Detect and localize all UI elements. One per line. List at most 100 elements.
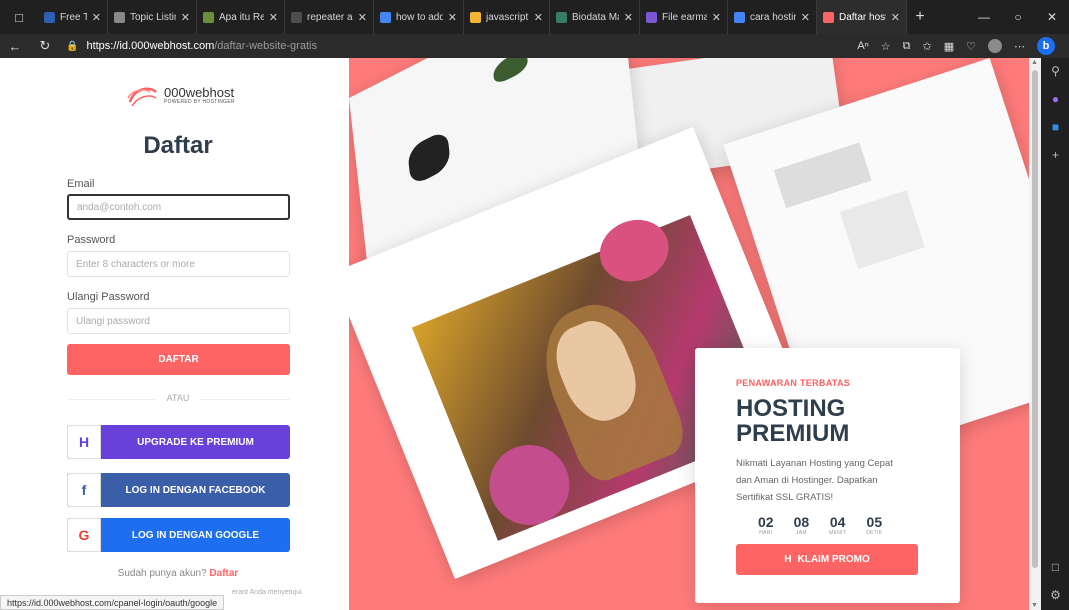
- tab-close-icon[interactable]: ✕: [891, 11, 900, 24]
- tab-favicon-icon: [114, 11, 125, 23]
- password-label: Password: [67, 234, 116, 246]
- tab-close-icon[interactable]: ✕: [624, 11, 633, 24]
- tab-favicon-icon: [823, 11, 834, 23]
- page-scrollbar[interactable]: ▲ ▼: [1029, 58, 1041, 610]
- read-aloud-icon[interactable]: Aⁿ: [857, 40, 868, 52]
- countdown-seconds: 05 DETIK: [866, 515, 883, 537]
- sidebar-toggle-icon[interactable]: □: [1052, 560, 1059, 574]
- performance-icon[interactable]: ♡: [966, 40, 976, 53]
- repeat-password-field[interactable]: Ulangi password: [67, 308, 290, 334]
- browser-tab[interactable]: Topic Listing ✕: [108, 0, 197, 34]
- plant-image: [492, 58, 529, 87]
- facebook-login-button[interactable]: f LOG IN DENGAN FACEBOOK: [67, 473, 290, 507]
- tab-close-icon[interactable]: ✕: [92, 11, 101, 24]
- bing-chat-icon[interactable]: b: [1037, 37, 1055, 55]
- tab-favicon-icon: [291, 11, 302, 23]
- scroll-down-icon[interactable]: ▼: [1031, 602, 1038, 609]
- scroll-up-icon[interactable]: ▲: [1031, 59, 1038, 66]
- or-label: ATAU: [157, 393, 199, 403]
- tab-close-icon[interactable]: ✕: [801, 11, 810, 24]
- back-icon[interactable]: ←: [0, 34, 30, 58]
- countdown-days-unit: HARI: [759, 530, 773, 536]
- promo-title-line2: PREMIUM: [736, 420, 850, 447]
- tab-title: how to add: [396, 11, 443, 23]
- claim-promo-button[interactable]: H KLAIM PROMO: [736, 544, 918, 575]
- tab-actions-icon[interactable]: □: [0, 0, 38, 34]
- tab-title: Apa itu Rep: [219, 11, 264, 23]
- tab-title: Free Templa: [60, 11, 87, 23]
- collections-icon[interactable]: ▦: [944, 40, 954, 53]
- edge-sidebar: ⚲ ● ■ + □ ⚙: [1042, 58, 1069, 610]
- browser-tab[interactable]: Apa itu Rep ✕: [197, 0, 285, 34]
- google-login-button[interactable]: G LOG IN DENGAN GOOGLE: [67, 518, 290, 552]
- countdown-seconds-unit: DETIK: [866, 530, 883, 536]
- shopping-icon[interactable]: ●: [1052, 92, 1059, 106]
- terms-text: erant Anda menyetujui: [232, 589, 302, 596]
- countdown-days: 02 HARI: [758, 515, 774, 537]
- scrollbar-thumb[interactable]: [1032, 70, 1038, 568]
- submit-button[interactable]: DAFTAR: [67, 344, 290, 375]
- promo-title: HOSTING PREMIUM: [736, 396, 960, 446]
- browser-tab[interactable]: repeater ad ✕: [285, 0, 374, 34]
- status-url: https://id.000webhost.com/cpanel-login/o…: [0, 595, 225, 610]
- login-link[interactable]: Daftar: [209, 568, 238, 579]
- browser-tab[interactable]: Free Templa ✕: [38, 0, 108, 34]
- page-title: Daftar: [143, 132, 213, 159]
- restore-icon[interactable]: ○: [1001, 0, 1035, 34]
- logo[interactable]: 000webhost POWERED BY HOSTINGER: [126, 84, 235, 108]
- facebook-icon: f: [67, 473, 101, 507]
- tab-strip: Free Templa✕Topic Listing✕Apa itu Rep✕re…: [38, 0, 907, 34]
- profile-avatar[interactable]: [988, 39, 1002, 53]
- browser-tab[interactable]: how to add ✕: [374, 0, 464, 34]
- browser-tab[interactable]: File earmar ✕: [640, 0, 728, 34]
- url-field[interactable]: 🔒 https://id.000webhost.com /daftar-webs…: [66, 35, 746, 57]
- countdown-hours: 08 JAM: [793, 514, 810, 537]
- search-icon[interactable]: ⚲: [1051, 64, 1060, 78]
- google-login-label: LOG IN DENGAN GOOGLE: [131, 529, 260, 541]
- tab-close-icon[interactable]: ✕: [269, 11, 278, 24]
- facebook-login-label: LOG IN DENGAN FACEBOOK: [125, 484, 266, 496]
- outlook-icon[interactable]: ■: [1052, 120, 1059, 134]
- google-icon: G: [67, 518, 101, 552]
- close-window-icon[interactable]: ✕: [1035, 0, 1069, 34]
- upgrade-premium-label: UPGRADE KE PREMIUM: [137, 436, 254, 448]
- tab-close-icon[interactable]: ✕: [534, 11, 543, 24]
- countdown-minutes-unit: MENIT: [829, 530, 847, 536]
- have-account-text: Sudah punya akun? Daftar: [0, 568, 356, 579]
- tab-title: javascript -: [486, 11, 529, 23]
- email-label: Email: [67, 178, 95, 190]
- claim-promo-label: KLAIM PROMO: [797, 554, 870, 565]
- logo-tagline: POWERED BY HOSTINGER: [164, 99, 235, 105]
- refresh-icon[interactable]: ↻: [30, 34, 60, 58]
- add-sidebar-icon[interactable]: +: [1052, 148, 1059, 162]
- new-tab-button[interactable]: +: [907, 8, 933, 26]
- extensions-icon[interactable]: ⧉: [903, 40, 911, 53]
- tab-close-icon[interactable]: ✕: [448, 11, 457, 24]
- tab-close-icon[interactable]: ✕: [358, 11, 367, 24]
- more-menu-icon[interactable]: ⋯: [1014, 40, 1025, 53]
- lock-icon: 🔒: [66, 40, 79, 52]
- url-host: https://id.000webhost.com: [86, 40, 215, 52]
- favorites-icon[interactable]: ✩: [923, 40, 932, 53]
- browser-tab[interactable]: cara hostin ✕: [728, 0, 817, 34]
- tab-favicon-icon: [734, 11, 745, 23]
- hostinger-icon: H: [67, 425, 101, 459]
- hostinger-icon: H: [784, 554, 792, 565]
- tab-close-icon[interactable]: ✕: [712, 11, 721, 24]
- promo-description: Nikmati Layanan Hosting yang Cepat dan A…: [736, 458, 893, 503]
- minimize-icon[interactable]: —: [967, 0, 1001, 34]
- email-field[interactable]: anda@contoh.com: [67, 194, 290, 220]
- browser-toolbar: Aⁿ ☆ ⧉ ✩ ▦ ♡ ⋯ b: [857, 37, 1055, 55]
- browser-tab[interactable]: Daftar host ✕: [817, 0, 907, 34]
- upgrade-premium-button[interactable]: H UPGRADE KE PREMIUM: [67, 425, 290, 459]
- password-field[interactable]: Enter 8 characters or more: [67, 251, 290, 277]
- browser-tab[interactable]: javascript - ✕: [464, 0, 550, 34]
- favorite-star-icon[interactable]: ☆: [881, 40, 891, 53]
- browser-tab[interactable]: Biodata Ma ✕: [550, 0, 640, 34]
- tab-close-icon[interactable]: ✕: [181, 11, 190, 24]
- tab-title: cara hostin: [750, 11, 796, 23]
- tab-favicon-icon: [556, 11, 567, 23]
- settings-gear-icon[interactable]: ⚙: [1050, 588, 1061, 602]
- countdown-hours-value: 08: [793, 514, 810, 530]
- address-bar: ← ↻ 🔒 https://id.000webhost.com /daftar-…: [0, 34, 1069, 58]
